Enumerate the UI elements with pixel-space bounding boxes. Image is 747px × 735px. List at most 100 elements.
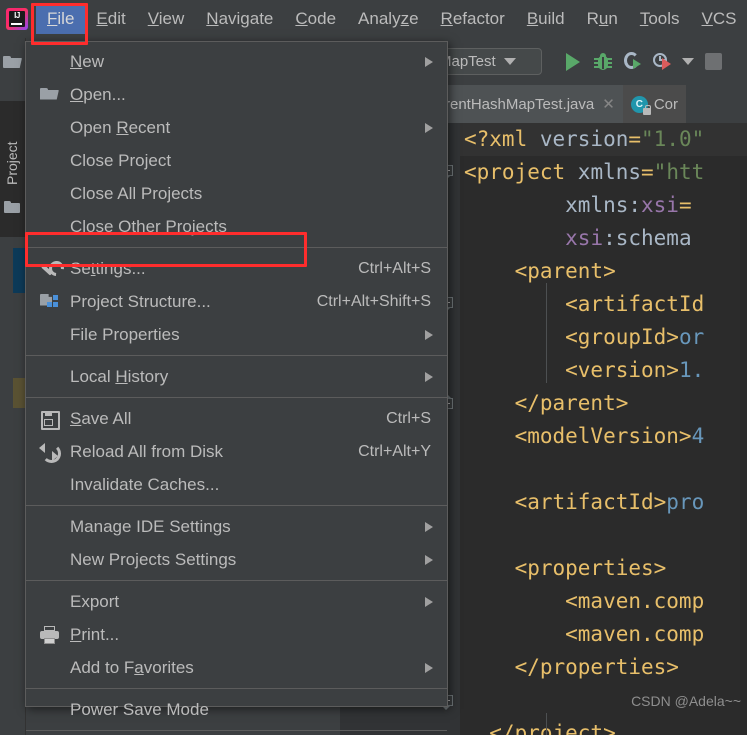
menu-item-label: Add to Favorites: [70, 657, 194, 677]
menu-run[interactable]: Run: [576, 4, 629, 34]
sidebar-item-project[interactable]: Project: [0, 101, 26, 237]
left-tool-strip: Project: [0, 38, 26, 735]
xml-file-locked-icon: C: [630, 95, 651, 115]
submenu-arrow-icon: [425, 329, 433, 340]
menu-item-label: Reload All from Disk: [70, 441, 224, 461]
profiler-dropdown[interactable]: [678, 47, 698, 77]
menu-item-label: File Properties: [70, 324, 180, 344]
project-folder-icon: [4, 201, 21, 214]
submenu-arrow-icon: [425, 56, 433, 67]
menu-item-save-all[interactable]: Save All Ctrl+S: [26, 402, 447, 435]
file-icon-letter: C: [635, 98, 643, 110]
submenu-arrow-icon: [425, 554, 433, 565]
menu-item-label: Print...: [70, 624, 120, 644]
code-line: </properties>: [464, 655, 679, 679]
ide-window: 18 Project MapTest: [0, 0, 747, 735]
menu-item-label: Close All Projects: [70, 183, 203, 203]
editor-tab-xml[interactable]: C Cor: [622, 85, 686, 123]
run-button[interactable]: [558, 47, 588, 77]
editor-tab-java[interactable]: rrentHashMapTest.java ✕: [432, 85, 623, 123]
menu-item-label: Power Save Mode: [70, 699, 209, 719]
menu-item-export[interactable]: Export: [26, 585, 447, 618]
run-with-coverage-button[interactable]: [618, 47, 648, 77]
code-line: <groupId>or: [464, 325, 705, 349]
menu-item-invalidate-caches[interactable]: Invalidate Caches...: [26, 468, 447, 501]
menu-item-reload-all-from-disk[interactable]: Reload All from Disk Ctrl+Alt+Y: [26, 435, 447, 468]
menu-navigate[interactable]: Navigate: [195, 4, 284, 34]
menu-item-label: New: [70, 51, 105, 71]
code-line: <parent>: [464, 259, 616, 283]
menu-item-new-projects-settings[interactable]: New Projects Settings: [26, 543, 447, 576]
menu-edit[interactable]: Edit: [85, 4, 136, 34]
profiler-button[interactable]: [648, 47, 678, 77]
debug-button[interactable]: [588, 47, 618, 77]
code-line: <artifactId: [464, 292, 705, 316]
menu-item-project-structure[interactable]: Project Structure... Ctrl+Alt+Shift+S: [26, 285, 447, 318]
menu-item-label: Manage IDE Settings: [70, 516, 231, 536]
menu-item-shortcut: Ctrl+Alt+Y: [358, 442, 431, 460]
main-toolbar: MapTest: [432, 38, 747, 85]
menu-separator: [26, 247, 447, 248]
menu-view[interactable]: View: [137, 4, 196, 34]
close-icon[interactable]: ✕: [602, 95, 615, 113]
chevron-down-icon: [503, 58, 516, 65]
project-tab-label: Project: [4, 141, 20, 185]
indent-guide: [546, 713, 547, 735]
run-configuration-selector[interactable]: MapTest: [434, 48, 542, 75]
code-content[interactable]: <?xml version="1.0" <project xmlns="htt …: [460, 123, 747, 735]
stop-button[interactable]: [698, 47, 728, 77]
menu-item-file-properties[interactable]: File Properties: [26, 318, 447, 351]
menu-separator: [26, 730, 447, 731]
code-editor[interactable]: <?xml version="1.0" <project xmlns="htt …: [432, 123, 747, 735]
menu-item-manage-ide-settings[interactable]: Manage IDE Settings: [26, 510, 447, 543]
code-line: <version>1.: [464, 358, 705, 382]
editor-tab-label: rrentHashMapTest.java: [440, 95, 595, 113]
menu-refactor[interactable]: Refactor: [430, 4, 516, 34]
reload-icon: [39, 442, 61, 463]
code-line: <maven.comp: [464, 622, 705, 646]
stop-square-icon: [704, 53, 722, 70]
menu-item-close-all-projects[interactable]: Close All Projects: [26, 177, 447, 210]
menu-item-label: New Projects Settings: [70, 549, 237, 569]
file-menu-popup[interactable]: New Open... Open Recent Close Project Cl…: [25, 41, 448, 731]
menu-separator: [26, 397, 447, 398]
logo-text: IJ: [14, 11, 20, 20]
menu-separator: [26, 580, 447, 581]
menu-item-label: Open Recent: [70, 117, 171, 137]
menu-item-power-save-mode[interactable]: Power Save Mode: [26, 693, 447, 726]
menu-build[interactable]: Build: [516, 4, 576, 34]
menu-item-close-project[interactable]: Close Project: [26, 144, 447, 177]
menu-item-label: Close Other Projects: [70, 216, 227, 236]
menu-item-close-other-projects[interactable]: Close Other Projects: [26, 210, 447, 243]
save-icon: [40, 410, 60, 430]
menu-item-local-history[interactable]: Local History: [26, 360, 447, 393]
code-line: <modelVersion>4: [464, 424, 705, 448]
open-folder-icon[interactable]: [3, 54, 23, 72]
menu-item-label: Invalidate Caches...: [70, 474, 220, 494]
code-line: <project xmlns="htt: [464, 160, 705, 184]
menu-separator: [26, 355, 447, 356]
menu-item-shortcut: Ctrl+Alt+S: [358, 259, 431, 277]
intellij-logo-icon: IJ: [4, 6, 30, 32]
menu-code[interactable]: Code: [284, 4, 347, 34]
menu-item-add-to-favorites[interactable]: Add to Favorites: [26, 651, 447, 684]
editor-tab-bar: rrentHashMapTest.java ✕ C Cor: [432, 85, 747, 123]
menu-analyze[interactable]: Analyze: [347, 4, 430, 34]
menu-item-new[interactable]: New: [26, 45, 447, 78]
menu-vcs[interactable]: VCS: [691, 4, 747, 34]
menu-tools[interactable]: Tools: [629, 4, 691, 34]
play-icon: [566, 52, 580, 71]
indent-guide: [546, 283, 547, 383]
menu-item-settings[interactable]: Settings... Ctrl+Alt+S: [26, 252, 447, 285]
menu-file[interactable]: File: [36, 4, 86, 34]
watermark: CSDN @Adela~~: [631, 693, 741, 709]
menu-item-open-recent[interactable]: Open Recent: [26, 111, 447, 144]
menu-item-print[interactable]: Print...: [26, 618, 447, 651]
submenu-arrow-icon: [425, 596, 433, 607]
coverage-icon: [623, 52, 643, 71]
code-line: <properties>: [464, 556, 667, 580]
menu-item-open[interactable]: Open...: [26, 78, 447, 111]
menu-item-label: Project Structure...: [70, 291, 211, 311]
menu-item-label: Local History: [70, 366, 169, 386]
